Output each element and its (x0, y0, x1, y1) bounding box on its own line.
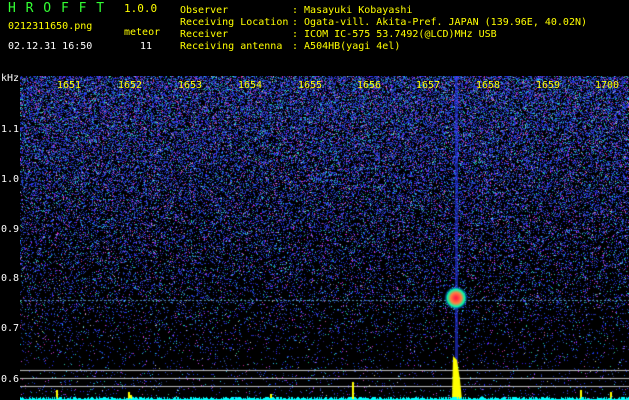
date-time: 02.12.31 16:50 (8, 41, 93, 52)
file-name: 0212311650.png (8, 21, 93, 32)
x-tick-label: 1655 (298, 80, 323, 91)
x-tick-label: 1700 (595, 80, 620, 91)
y-tick-label: 1.1 (1, 124, 20, 135)
x-tick-label: 1656 (357, 80, 382, 91)
receiver-label: Receiver (180, 29, 229, 40)
location-label: Receiving Location (180, 17, 289, 28)
meteor-label: meteor (124, 27, 161, 38)
hrofft-window: H R O F F T 1.0.0 0212311650.png meteor … (0, 0, 629, 400)
y-unit-label: kHz (1, 73, 20, 84)
meteor-count: 11 (140, 41, 153, 52)
y-tick-label: 0.7 (1, 323, 20, 334)
x-tick-label: 1651 (57, 80, 82, 91)
observer-value: : Masayuki Kobayashi (292, 5, 413, 16)
observer-label: Observer (180, 5, 229, 16)
location-value: : Ogata-vill. Akita-Pref. JAPAN (139.96E… (292, 17, 588, 28)
spectrogram-plot (20, 76, 629, 400)
x-tick-label: 1652 (118, 80, 143, 91)
receiver-value: : ICOM IC-575 53.7492(@LCD)MHz USB (292, 29, 497, 40)
y-tick-label: 0.6 (1, 374, 20, 385)
y-tick-label: 0.8 (1, 273, 20, 284)
x-tick-label: 1654 (238, 80, 263, 91)
x-tick-label: 1659 (536, 80, 561, 91)
antenna-label: Receiving antenna (180, 41, 283, 52)
antenna-value: : A504HB(yagi 4el) (292, 41, 401, 52)
x-tick-label: 1657 (416, 80, 441, 91)
y-tick-label: 0.9 (1, 224, 20, 235)
x-tick-label: 1658 (476, 80, 501, 91)
x-tick-label: 1653 (178, 80, 203, 91)
y-tick-label: 1.0 (1, 174, 20, 185)
app-title: H R O F F T (8, 1, 106, 16)
app-version: 1.0.0 (124, 2, 158, 15)
